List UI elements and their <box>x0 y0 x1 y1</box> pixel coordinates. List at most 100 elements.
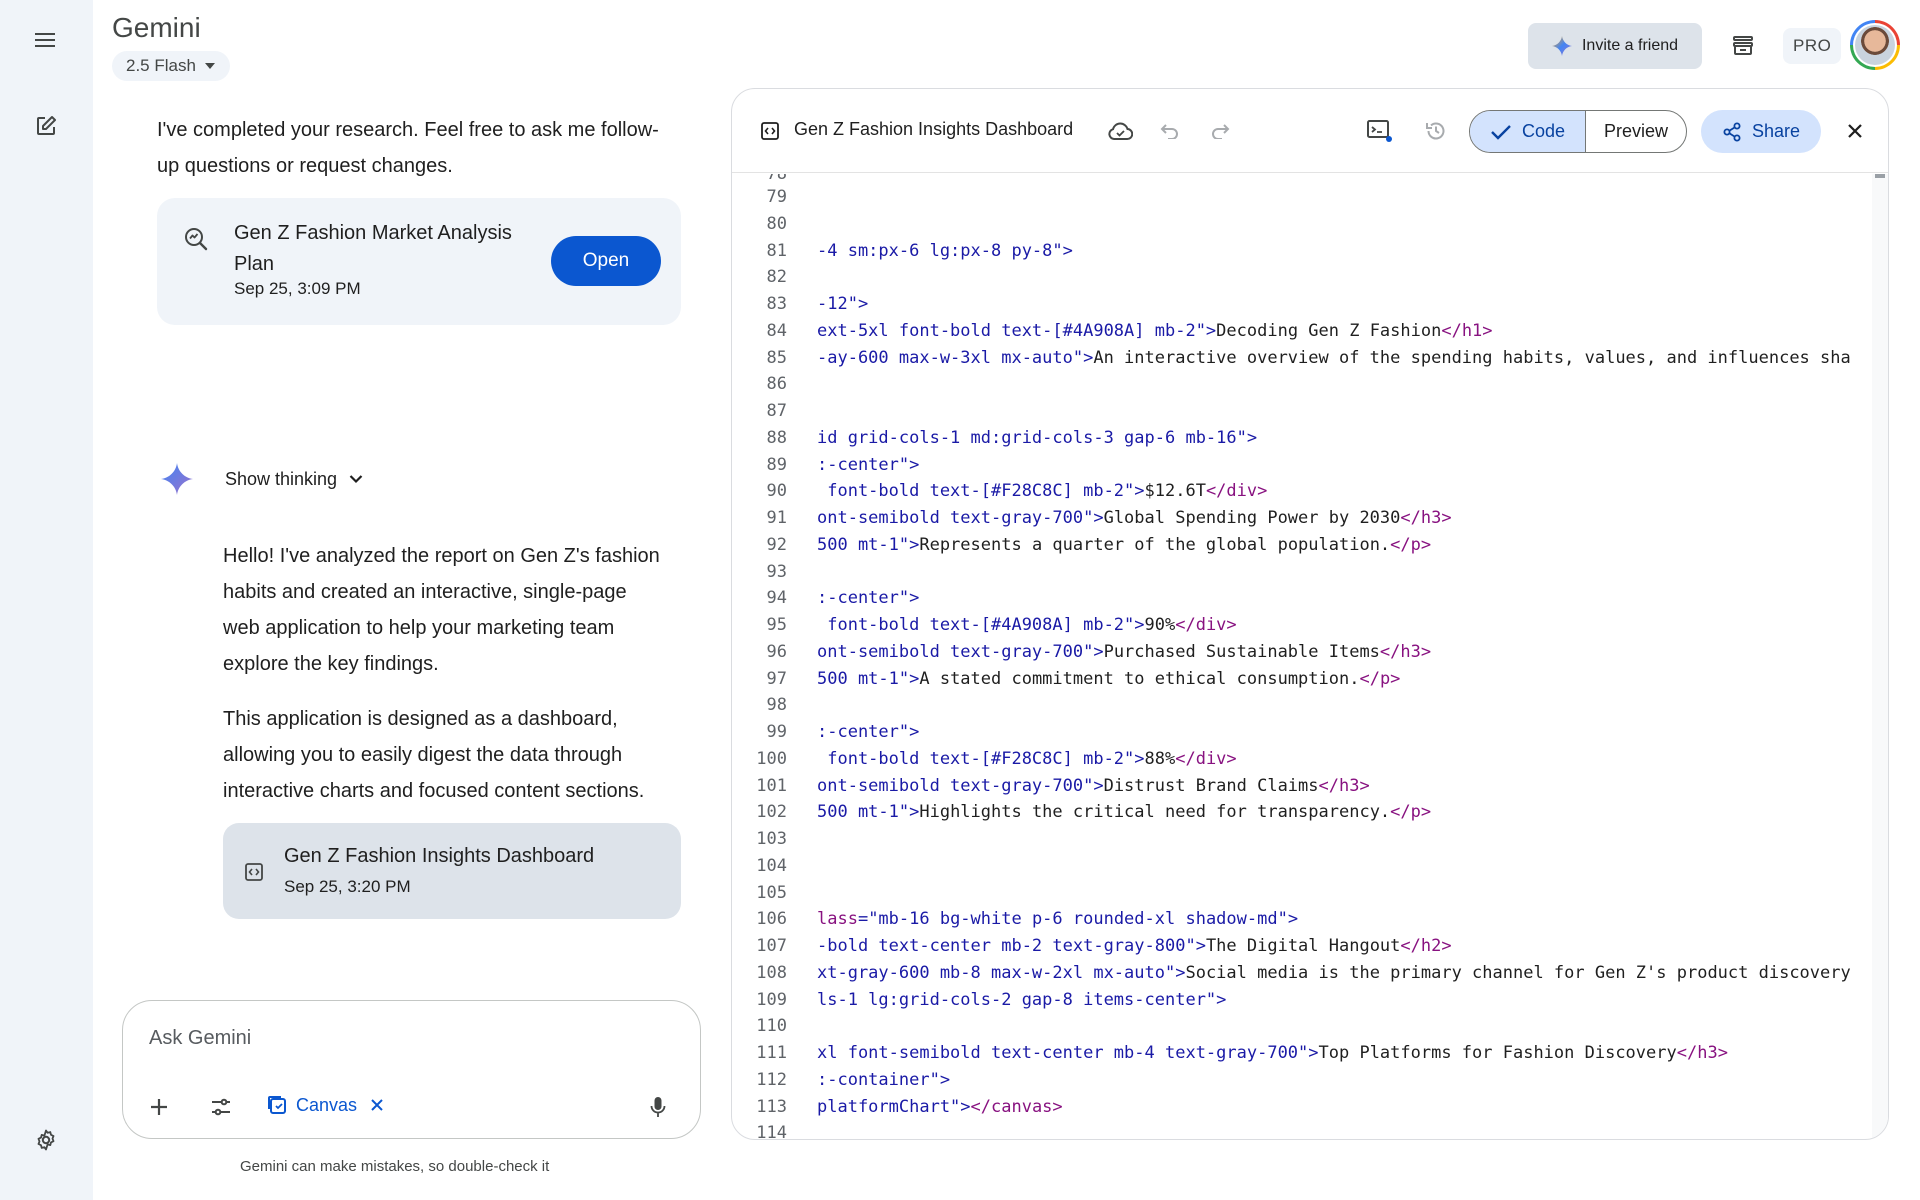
share-button[interactable]: Share <box>1701 110 1821 153</box>
model-selector[interactable]: 2.5 Flash <box>112 51 230 81</box>
code-scrollbar[interactable] <box>1872 174 1888 1139</box>
code-token: </h3> <box>1318 775 1370 796</box>
code-token: A stated commitment to ethical consumpti… <box>919 668 1360 689</box>
code-token: 500 mt-1"> <box>817 802 920 823</box>
code-token: </div> <box>1205 481 1268 502</box>
code-tab[interactable]: Code <box>1470 111 1586 152</box>
code-token: font-bold text-[#F28C8C] mb-2"> <box>817 748 1145 769</box>
prompt-input-box[interactable]: Ask Gemini Canvas <box>122 1000 701 1139</box>
canvas-chip[interactable]: Canvas <box>266 1094 383 1116</box>
title-line: Gen Z Fashion Market Analysis <box>234 222 512 244</box>
code-token: ="mb-16 bg-white p-6 rounded-xl shadow-m… <box>857 909 1299 930</box>
code-line: 89:-center"> <box>732 452 1872 479</box>
code-editor[interactable]: 78 79 80 81 -4 sm:px-6 lg:px-8 py-8"> 82 83 -1… <box>732 174 1872 1139</box>
code-token: :-center"> <box>817 722 920 742</box>
code-token: Represents a quarter of the global popul… <box>919 534 1391 555</box>
avatar-frame <box>1853 23 1897 67</box>
code-line: 109 ls-1 lg:grid-cols-2 gap-8 items-cente… <box>732 987 1872 1014</box>
code-token: ont-semibold text-gray-700"> <box>817 508 1104 528</box>
code-line: 103 <box>732 826 1872 853</box>
code-token: -ay-600 max-w-3xl mx-auto"> <box>817 347 1094 368</box>
code-token: </p> <box>1390 534 1432 555</box>
research-plan-card[interactable]: Gen Z Fashion Market Analysis Plan Sep 2… <box>157 198 681 325</box>
line-number: 81 <box>766 240 787 261</box>
mic-button[interactable] <box>638 1087 678 1127</box>
line-number: 105 <box>756 882 787 903</box>
canvas-label: Canvas <box>296 1094 358 1115</box>
code-line: 100 font-bold text-[#F28C8C] mb-2">88%</… <box>732 746 1872 773</box>
version-history-button[interactable] <box>1418 113 1454 149</box>
new-chat-button[interactable] <box>26 106 66 146</box>
canvas-panel: Gen Z Fashion Insights Dashboard Code Pr… <box>731 88 1889 1140</box>
code-line: 81 -4 sm:px-6 lg:px-8 py-8"> <box>732 238 1872 265</box>
code-line: 99:-center"> <box>732 719 1872 746</box>
line-number: 100 <box>756 748 787 769</box>
line-content: ont-semibold text-gray-700">Distrust Bra… <box>817 773 1370 800</box>
prompt-placeholder[interactable]: Ask Gemini <box>149 1027 251 1050</box>
line-content: ext-5xl font-bold text-[#4A908A] mb-2">D… <box>817 318 1493 345</box>
settings-button[interactable] <box>26 1120 66 1160</box>
line-number: 86 <box>766 374 787 395</box>
app-root: Gemini 2.5 Flash Invite a friend PRO I'v… <box>0 0 1920 1200</box>
code-line: 88 id grid-cols-1 md:grid-cols-3 gap-6 mb… <box>732 425 1872 452</box>
line-number: 98 <box>766 695 787 716</box>
archive-icon <box>1733 36 1753 55</box>
dashboard-card-date: Sep 25, 3:20 PM <box>284 877 411 896</box>
code-token: :-center"> <box>817 588 920 609</box>
line-number: 113 <box>756 1096 787 1117</box>
show-thinking-toggle[interactable]: Show thinking <box>161 463 363 495</box>
line-number: 80 <box>766 213 787 234</box>
line-content: lass="mb-16 bg-white p-6 rounded-xl shad… <box>817 906 1298 933</box>
account-avatar[interactable] <box>1850 20 1900 70</box>
add-button[interactable] <box>139 1087 179 1127</box>
line-number: 84 <box>766 320 787 341</box>
preview-tab[interactable]: Preview <box>1586 111 1686 152</box>
code-token: platformChart"> <box>817 1096 971 1117</box>
menu-button[interactable] <box>26 20 66 60</box>
line-content: 500 mt-1">A stated commitment to ethical… <box>817 666 1400 693</box>
code-tab-label: Code <box>1521 121 1566 141</box>
close-icon[interactable] <box>371 1099 383 1111</box>
line-number: 82 <box>766 267 787 288</box>
side-rail <box>0 0 93 1200</box>
archive-button[interactable] <box>1723 26 1763 66</box>
tools-button[interactable] <box>201 1087 241 1127</box>
code-token: </div> <box>1175 748 1237 769</box>
dashboard-card[interactable]: Gen Z Fashion Insights Dashboard Sep 25,… <box>223 823 681 919</box>
save-to-drive-button[interactable] <box>1102 113 1138 149</box>
assistant-message-research: I've completed your research. Feel free … <box>157 112 659 184</box>
invite-friend-label: Invite a friend <box>1581 37 1679 54</box>
canvas-doc-button[interactable] <box>752 113 788 149</box>
console-button[interactable] <box>1362 113 1398 149</box>
code-line: 95 font-bold text-[#4A908A] mb-2">90%</d… <box>732 612 1872 639</box>
scroll-thumb[interactable] <box>1875 174 1885 178</box>
close-canvas-button[interactable] <box>1837 113 1873 149</box>
canvas-title: Gen Z Fashion Insights Dashboard <box>794 119 1074 139</box>
line-number: 101 <box>756 775 787 796</box>
redo-button[interactable] <box>1202 113 1238 149</box>
share-icon <box>1723 122 1741 141</box>
undo-button[interactable] <box>1152 113 1188 149</box>
canvas-toolbar: Gen Z Fashion Insights Dashboard Code Pr… <box>732 89 1888 173</box>
open-button[interactable]: Open <box>551 236 661 286</box>
line-number: 89 <box>766 454 787 475</box>
code-line: 94:-center"> <box>732 585 1872 612</box>
undo-icon <box>1160 124 1178 139</box>
code-token: </p> <box>1390 802 1432 823</box>
code-token: -12"> <box>817 294 869 314</box>
code-line: 85 -ay-600 max-w-3xl mx-auto">An interact… <box>732 345 1872 372</box>
code-line: 79 <box>732 184 1872 211</box>
plus-icon <box>151 1099 167 1115</box>
dashboard-card-title: Gen Z Fashion Insights Dashboard <box>284 845 595 867</box>
code-line: 108 xt-gray-600 mb-8 max-w-2xl mx-auto">S… <box>732 960 1872 987</box>
invite-friend-button[interactable]: Invite a friend <box>1528 23 1702 69</box>
code-token: font-bold text-[#F28C8C] mb-2"> <box>817 481 1145 502</box>
paragraph-line: interactive charts and focused content s… <box>223 780 645 802</box>
code-line: 80 <box>732 211 1872 238</box>
paragraph-line: This application is designed as a dashbo… <box>223 708 618 730</box>
code-line: 104 <box>732 853 1872 880</box>
avatar-photo <box>1855 25 1895 65</box>
code-token: Purchased Sustainable Items <box>1103 641 1380 662</box>
paragraph-line: allowing you to easily digest the data t… <box>223 744 623 766</box>
line-content: ls-1 lg:grid-cols-2 gap-8 items-center"> <box>817 987 1226 1014</box>
